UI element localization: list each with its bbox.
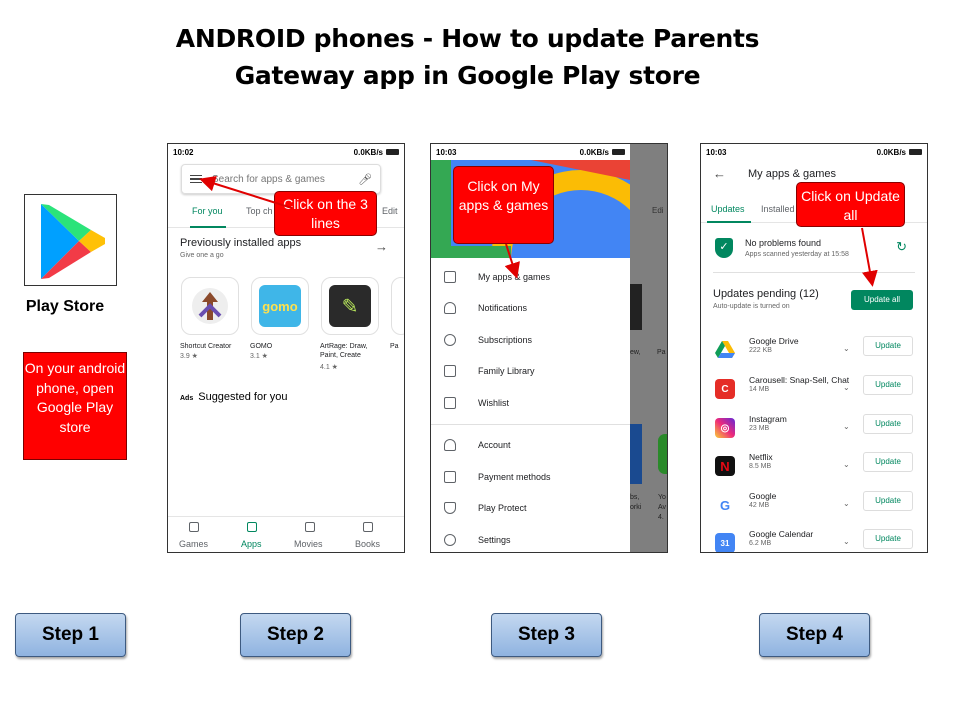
callout-arrows [199, 175, 878, 287]
step-4-button[interactable]: Step 4 [759, 613, 870, 657]
arrow-to-update-all [861, 227, 878, 287]
step-3-button[interactable]: Step 3 [491, 613, 602, 657]
step-2-button[interactable]: Step 2 [240, 613, 351, 657]
arrow-to-hamburger [199, 175, 293, 209]
arrow-to-my-apps [504, 243, 520, 279]
step-1-button[interactable]: Step 1 [15, 613, 126, 657]
